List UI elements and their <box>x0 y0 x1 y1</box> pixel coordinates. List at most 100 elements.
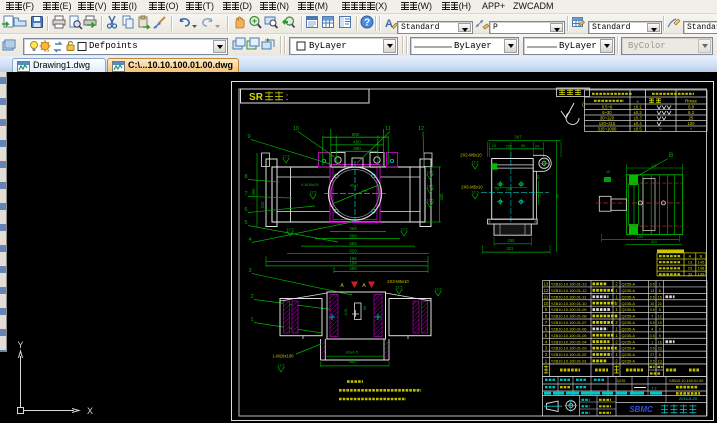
svg-text:321: 321 <box>651 240 657 244</box>
svg-text:2: 2 <box>615 359 618 364</box>
svg-text:Q235-A: Q235-A <box>622 307 636 312</box>
svg-text:Q235-A: Q235-A <box>622 301 636 306</box>
svg-text:YZB10.10.100.01-11: YZB10.10.100.01-11 <box>551 294 587 299</box>
svg-text:0.5: 0.5 <box>650 347 655 351</box>
svg-text:12.5: 12.5 <box>435 288 442 292</box>
svg-text:2014-8-20: 2014-8-20 <box>679 396 698 401</box>
svg-text:(: ( <box>582 102 584 108</box>
svg-text:A: A <box>385 18 393 30</box>
svg-text:6~30: 6~30 <box>602 110 612 115</box>
svg-text:7: 7 <box>545 320 548 325</box>
svg-text:YZB10.10.100.01-05: YZB10.10.100.01-05 <box>551 333 587 338</box>
svg-text:60: 60 <box>537 175 541 179</box>
svg-text:145: 145 <box>361 189 367 193</box>
svg-text:Q235-A: Q235-A <box>622 339 636 344</box>
svg-text:0.5: 0.5 <box>650 308 655 312</box>
svg-text:9: 9 <box>659 334 661 338</box>
svg-text:1: 1 <box>615 307 618 312</box>
svg-text:16: 16 <box>658 340 662 344</box>
svg-text:9: 9 <box>247 134 250 140</box>
svg-text:5: 5 <box>659 308 661 312</box>
svg-text:4: 4 <box>248 237 251 243</box>
svg-text:2: 2 <box>545 352 548 357</box>
svg-text:±0.5: ±0.5 <box>634 126 643 131</box>
svg-text:19: 19 <box>658 321 662 325</box>
svg-text:0.8: 0.8 <box>688 104 694 109</box>
svg-text:Y: Y <box>17 340 23 350</box>
svg-text:565: 565 <box>349 241 357 246</box>
svg-text:B: B <box>700 254 703 259</box>
svg-text:~: ~ <box>659 126 662 131</box>
svg-text:12: 12 <box>544 288 549 293</box>
svg-text:Q235-A: Q235-A <box>622 320 636 325</box>
svg-text:15: 15 <box>658 295 662 299</box>
svg-text:1: 1 <box>659 283 661 287</box>
svg-text:250: 250 <box>506 144 513 149</box>
svg-text:22: 22 <box>658 302 662 306</box>
svg-text:0.5: 0.5 <box>650 283 655 287</box>
svg-text:±0.1: ±0.1 <box>634 104 643 109</box>
svg-text:1: 1 <box>615 288 618 293</box>
svg-text:Q235-A: Q235-A <box>622 352 636 357</box>
svg-text:12.5: 12.5 <box>427 185 434 189</box>
svg-text:12.5: 12.5 <box>472 191 479 195</box>
svg-text:9: 9 <box>545 307 548 312</box>
svg-text:2: 2 <box>615 320 618 325</box>
svg-text:63x4.5: 63x4.5 <box>346 350 359 355</box>
svg-text:Q235-A: Q235-A <box>622 314 636 319</box>
svg-text:6: 6 <box>545 326 548 331</box>
svg-text:2: 2 <box>250 294 253 300</box>
svg-text:1: 1 <box>615 326 618 331</box>
svg-text:Q235-A: Q235-A <box>622 346 636 351</box>
svg-text:4-M16x20: 4-M16x20 <box>301 182 320 187</box>
svg-text:3: 3 <box>545 346 548 351</box>
svg-text:12.5: 12.5 <box>427 199 434 203</box>
svg-text:100: 100 <box>506 188 512 192</box>
svg-text:YZB10.10.100.01-13: YZB10.10.100.01-13 <box>551 282 587 287</box>
svg-text:X: X <box>87 406 93 416</box>
svg-text:315~1000: 315~1000 <box>598 126 617 131</box>
svg-text:±0.2: ±0.2 <box>634 110 643 115</box>
svg-text:Q235-A: Q235-A <box>622 359 636 364</box>
svg-text:1: 1 <box>615 294 618 299</box>
svg-text:2: 2 <box>615 339 618 344</box>
svg-text:60: 60 <box>363 306 367 310</box>
svg-text:10: 10 <box>293 126 299 132</box>
svg-text:12.5: 12.5 <box>427 171 434 175</box>
svg-text:Q235-A: Q235-A <box>622 282 636 287</box>
svg-text:1-M10x100: 1-M10x100 <box>273 354 295 359</box>
svg-text:15: 15 <box>492 143 497 148</box>
svg-text:480: 480 <box>349 266 357 271</box>
svg-text:0.5: 0.5 <box>650 295 655 299</box>
svg-text:70: 70 <box>495 188 499 192</box>
svg-text:YZB10.10.100.01-06: YZB10.10.100.01-06 <box>551 326 587 331</box>
svg-text:1: 1 <box>250 317 253 323</box>
svg-text:347: 347 <box>514 135 522 140</box>
svg-text:YZB10.10.100.01.00: YZB10.10.100.01.00 <box>669 379 704 383</box>
svg-text:12.5: 12.5 <box>310 191 317 195</box>
svg-text:860: 860 <box>352 132 360 137</box>
svg-text:YZB10.10.100.01-04: YZB10.10.100.01-04 <box>551 339 588 344</box>
svg-text:7: 7 <box>651 315 653 319</box>
svg-text:321: 321 <box>507 246 515 251</box>
svg-text:YZB10.10.100.01-12: YZB10.10.100.01-12 <box>551 288 587 293</box>
svg-text:480: 480 <box>349 359 357 364</box>
svg-text:33: 33 <box>688 272 693 277</box>
svg-text:23: 23 <box>658 347 662 351</box>
svg-text:YZB10.10.100.01-07: YZB10.10.100.01-07 <box>551 320 587 325</box>
svg-text:2: 2 <box>659 327 661 331</box>
svg-text:A: A <box>340 283 344 289</box>
svg-text:194: 194 <box>349 261 357 266</box>
svg-text:1: 1 <box>651 340 653 344</box>
svg-text:~: ~ <box>690 126 693 131</box>
svg-text:YZB10.10.100.01-10: YZB10.10.100.01-10 <box>551 301 588 306</box>
svg-text:Q235-A: Q235-A <box>622 326 636 331</box>
svg-text:12.5: 12.5 <box>283 155 290 159</box>
svg-text:12: 12 <box>418 126 424 132</box>
svg-text:145: 145 <box>698 260 705 265</box>
svg-text:620: 620 <box>349 249 357 254</box>
svg-text:450: 450 <box>353 140 361 145</box>
svg-text:1:2: 1:2 <box>651 387 656 391</box>
svg-text:380: 380 <box>353 146 361 151</box>
svg-text:SR: SR <box>249 92 264 103</box>
